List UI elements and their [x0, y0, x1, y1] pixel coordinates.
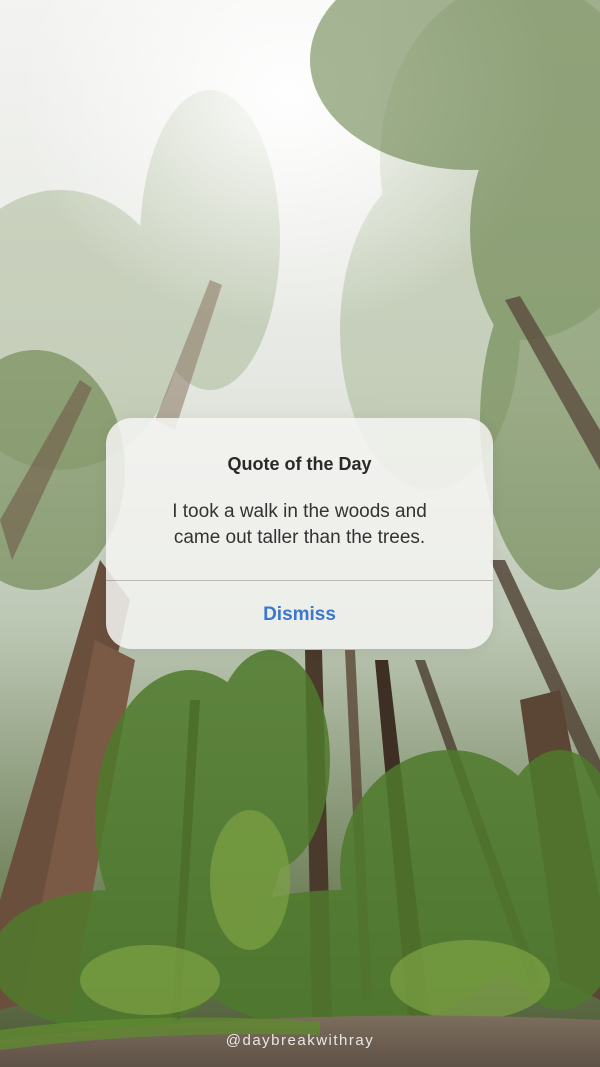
- quote-line-1: I took a walk in the woods and: [172, 501, 427, 522]
- quote-line-2: came out taller than the trees.: [173, 527, 426, 548]
- screen: Quote of the Day I took a walk in the wo…: [0, 0, 600, 1067]
- dismiss-button[interactable]: Dismiss: [106, 581, 493, 649]
- dialog-title: Quote of the Day: [227, 454, 372, 474]
- quote-text: I took a walk in the woods and came out …: [124, 499, 475, 551]
- watermark-handle: @daybreakwithray: [225, 1032, 375, 1049]
- quote-dialog: Quote of the Day I took a walk in the wo…: [106, 418, 493, 649]
